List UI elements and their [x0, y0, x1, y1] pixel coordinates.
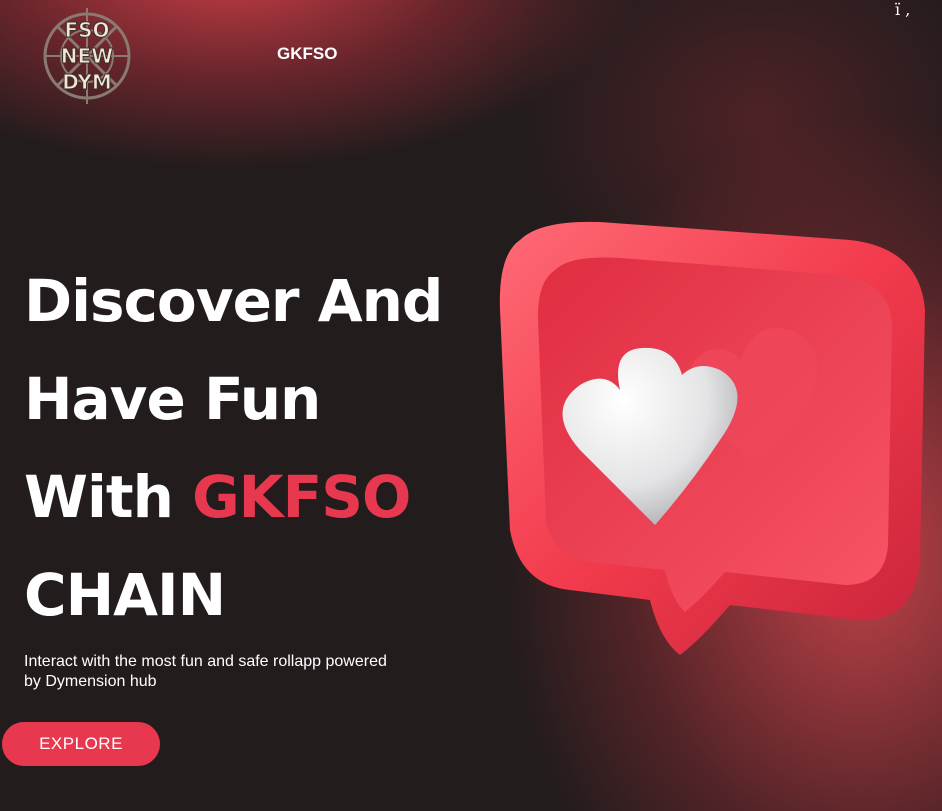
site-logo[interactable]: FSO NEW DYM — [43, 6, 131, 106]
logo-text-line-3: DYM — [62, 70, 112, 94]
explore-button[interactable]: EXPLORE — [2, 722, 160, 766]
logo-text-line-2: NEW — [61, 44, 113, 68]
headline-with: With — [24, 463, 174, 531]
hero-headline: Discover And Have Fun With GKFSO CHAIN — [24, 252, 484, 644]
headline-line-1: Discover And — [24, 267, 443, 335]
headline-accent: GKFSO — [192, 463, 411, 531]
heart-speech-bubble-icon — [480, 200, 942, 680]
headline-line-3: With GKFSO — [24, 448, 484, 546]
headline-line-2: Have Fun — [24, 365, 321, 433]
corner-glyph: ï , — [895, 0, 911, 19]
headline-line-4: CHAIN — [24, 561, 226, 629]
brand-name[interactable]: GKFSO — [277, 44, 337, 64]
hero-subtitle: Interact with the most fun and safe roll… — [24, 653, 387, 690]
logo-text-line-1: FSO — [64, 18, 109, 42]
